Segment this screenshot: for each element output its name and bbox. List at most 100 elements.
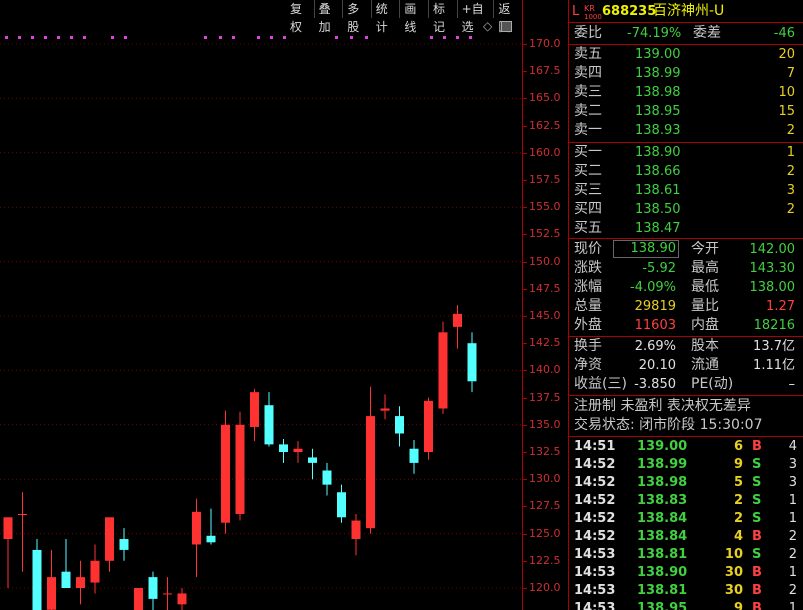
tick-row[interactable]: 14:52 138.84 4 B 2	[569, 527, 803, 546]
toolbar-fuquan-button[interactable]: 复权	[286, 0, 314, 34]
asks-label: 卖三	[574, 84, 602, 100]
axis-tickmark	[523, 533, 527, 535]
tick-price: 138.84	[637, 511, 688, 526]
candle-body[interactable]	[76, 577, 85, 588]
asks-row[interactable]: 卖四 138.99 7	[569, 64, 803, 83]
axis-tick-label: 135.0	[529, 417, 561, 431]
signal-dot	[430, 36, 433, 39]
candle-body[interactable]	[192, 511, 201, 545]
candle-body[interactable]	[47, 577, 56, 610]
tick-volume: 9	[733, 457, 743, 472]
candle-body[interactable]	[453, 313, 462, 327]
candle-body[interactable]	[221, 424, 230, 523]
axis-tick-label: 140.0	[529, 363, 561, 377]
quote-label: 内盘	[691, 317, 719, 333]
candle-body[interactable]	[163, 593, 172, 595]
signal-dot	[124, 36, 127, 39]
toolbar-add-watch-button[interactable]: +自选	[456, 0, 494, 34]
axis-tick-label: 150.0	[529, 254, 561, 268]
candle-body[interactable]	[322, 470, 332, 485]
bids-row[interactable]: 买一 138.90 1	[569, 143, 803, 162]
candle-body[interactable]	[351, 520, 361, 540]
candle-body[interactable]	[61, 571, 71, 588]
candle-body[interactable]	[18, 514, 27, 516]
asks-row[interactable]: 卖二 138.95 15	[569, 102, 803, 121]
fund-row: 换手 2.69% 股本 13.7亿	[569, 337, 803, 356]
candle-body[interactable]	[293, 448, 303, 452]
candle-body[interactable]	[235, 424, 245, 515]
candle-body[interactable]	[395, 416, 404, 434]
candle-body[interactable]	[3, 517, 13, 540]
candle-body[interactable]	[337, 492, 346, 518]
bids-price: 138.50	[635, 202, 681, 217]
candle-body[interactable]	[105, 517, 114, 561]
toolbar-multi-stock-button[interactable]: 多股	[342, 0, 371, 34]
tick-volume: 30	[724, 565, 743, 580]
tick-row[interactable]: 14:52 138.83 2 S 1	[569, 491, 803, 510]
candle-body[interactable]	[134, 588, 143, 610]
candle-body[interactable]	[264, 405, 274, 445]
tick-price: 138.95	[637, 601, 688, 610]
tick-count: 2	[788, 583, 797, 598]
toolbar-back-button[interactable]: 返回	[493, 0, 522, 34]
candle-body[interactable]	[250, 392, 259, 427]
signal-dot	[350, 36, 353, 39]
axis-tickmark	[523, 44, 527, 45]
toolbar-stats-button[interactable]: 统计	[370, 0, 400, 34]
asks-row[interactable]: 卖五 139.00 20	[569, 45, 803, 64]
fund-label: PE(动)	[691, 376, 734, 392]
bids-row[interactable]: 买二 138.66 2	[569, 162, 803, 181]
tick-row[interactable]: 14:52 138.84 2 S 1	[569, 509, 803, 528]
signal-dot	[111, 36, 114, 39]
axis-tick-label: 167.5	[529, 64, 561, 78]
tick-row[interactable]: 14:52 138.99 9 S 3	[569, 455, 803, 474]
tick-row[interactable]: 14:51 139.00 6 B 4	[569, 437, 803, 456]
candle-body[interactable]	[467, 343, 477, 382]
toolbar-overlay-button[interactable]: 叠加	[313, 0, 343, 34]
candle-body[interactable]	[409, 448, 419, 463]
candle-body[interactable]	[177, 593, 187, 605]
candle-body[interactable]	[279, 444, 288, 452]
signal-dot	[31, 36, 34, 39]
quote-label: 最低	[691, 279, 719, 295]
bids-volume: 2	[786, 164, 795, 179]
bids-row[interactable]: 买四 138.50 2	[569, 200, 803, 219]
tick-row[interactable]: 14:53 138.81 30 B 2	[569, 581, 803, 600]
signal-dot	[232, 36, 235, 39]
signal-dot	[219, 36, 222, 39]
asks-price: 138.93	[635, 123, 681, 138]
tick-count: 2	[788, 529, 797, 544]
tick-row[interactable]: 14:53 138.90 30 B 1	[569, 563, 803, 582]
axis-tick-label: 127.5	[529, 499, 561, 513]
tick-time: 14:53	[574, 565, 616, 580]
candle-body[interactable]	[380, 408, 390, 411]
bids-row[interactable]: 买五 138.47	[569, 219, 803, 238]
candle-body[interactable]	[438, 332, 448, 409]
kline-chart[interactable]: 复权 叠加 多股 统计 画线 标记 +自选 返回 ◇	[0, 0, 522, 610]
quote-value: 143.30	[749, 261, 796, 276]
diamond-icon[interactable]: ◇	[483, 19, 492, 33]
toolbar-draw-button[interactable]: 画线	[399, 0, 428, 34]
candle-body[interactable]	[424, 400, 433, 452]
tick-row[interactable]: 14:53 138.95 9 B 1	[569, 599, 803, 610]
stock-header: L KR 1000 688235 百济神州-U	[569, 2, 803, 21]
asks-row[interactable]: 卖三 138.98 10	[569, 83, 803, 102]
bids-row[interactable]: 买三 138.61 3	[569, 181, 803, 200]
candle-body[interactable]	[119, 539, 129, 550]
kline-plot[interactable]	[0, 0, 522, 610]
candle-body[interactable]	[90, 560, 100, 583]
asks-price: 138.98	[635, 85, 681, 100]
expand-icon[interactable]	[501, 21, 512, 32]
axis-tick-label: 170.0	[529, 37, 561, 50]
candle-body[interactable]	[206, 535, 216, 543]
tick-row[interactable]: 14:53 138.81 10 S 2	[569, 545, 803, 564]
toolbar-mark-button[interactable]: 标记	[427, 0, 457, 34]
fund-label: 股本	[691, 338, 719, 354]
asks-row[interactable]: 卖一 138.93 2	[569, 121, 803, 140]
candle-body[interactable]	[308, 457, 317, 463]
candle-body[interactable]	[148, 577, 158, 599]
tick-row[interactable]: 14:52 138.98 5 S 3	[569, 473, 803, 492]
candle-body[interactable]	[32, 549, 42, 610]
quote-value: 29819	[634, 299, 676, 314]
candle-body[interactable]	[366, 416, 375, 529]
